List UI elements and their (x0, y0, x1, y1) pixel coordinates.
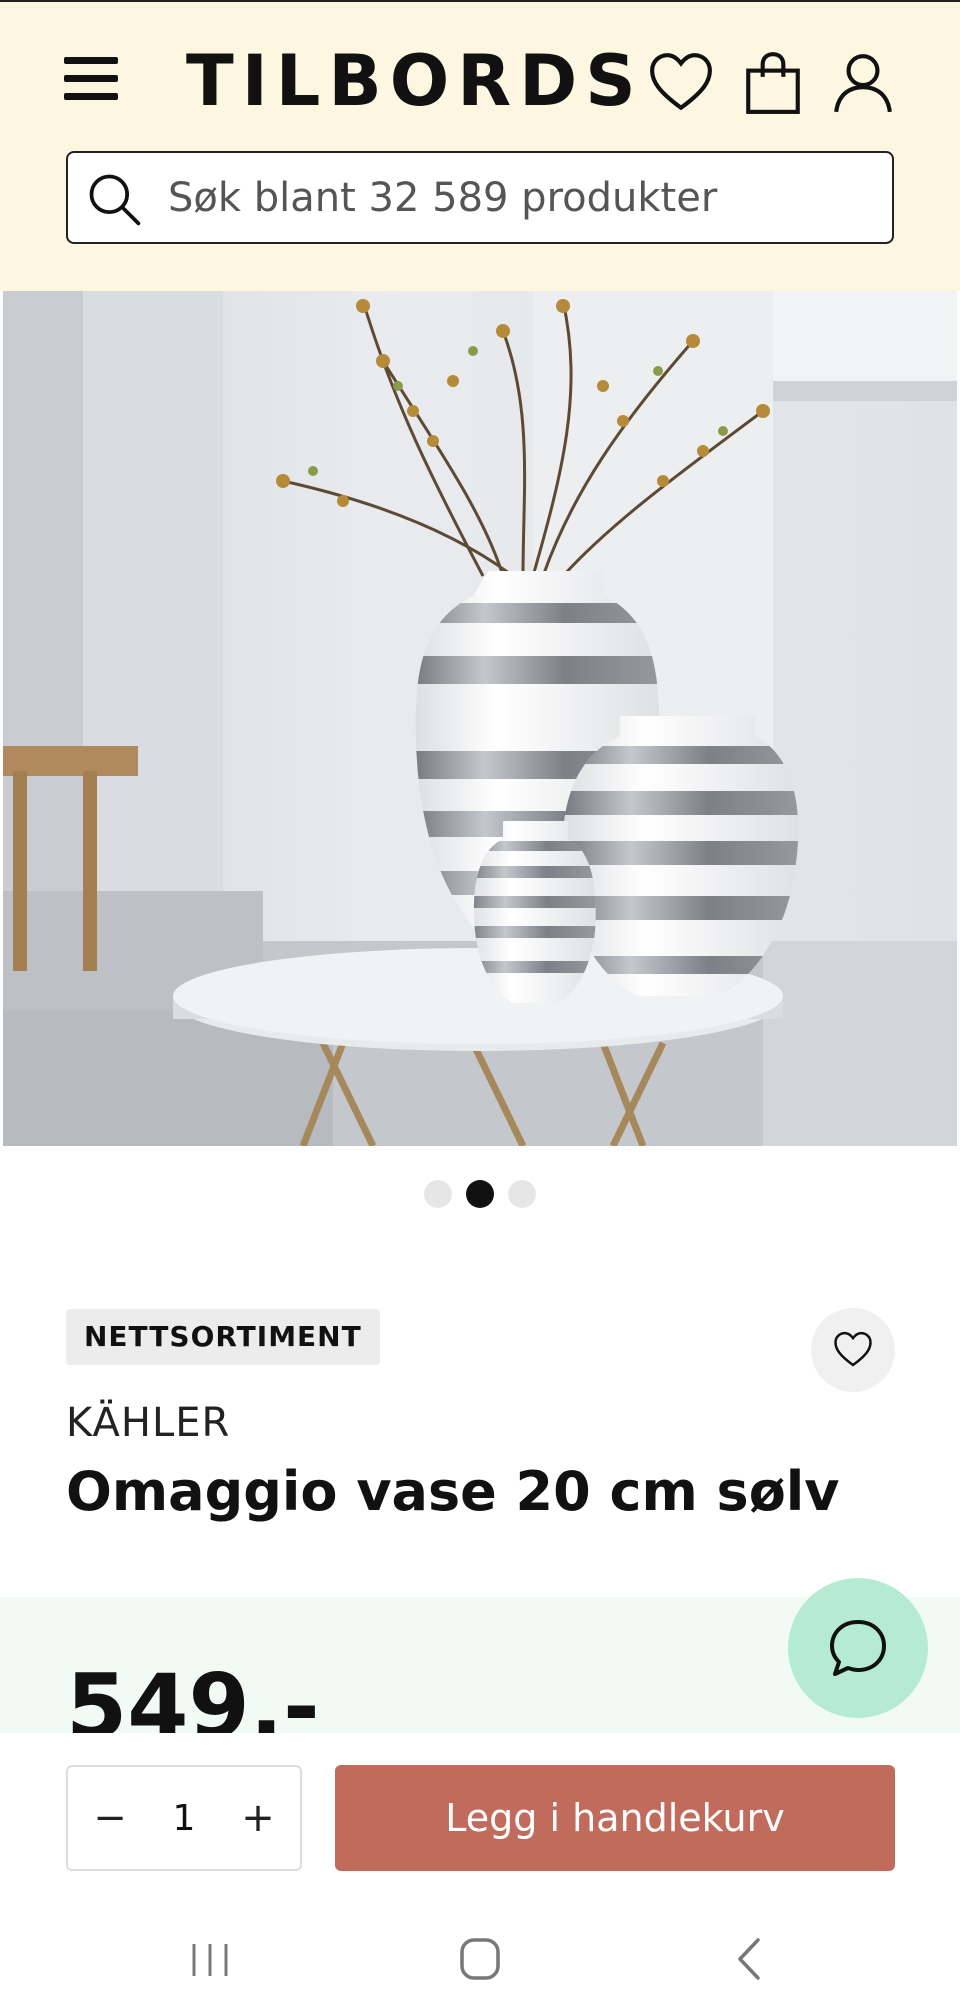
product-price: 549.- (66, 1655, 320, 1734)
menu-icon-bar (64, 57, 118, 64)
chat-button[interactable] (788, 1578, 928, 1718)
vase-photo-illustration (3, 291, 957, 1146)
site-logo[interactable]: TILBORDS (186, 40, 644, 122)
chat-bubble-icon (830, 1620, 886, 1676)
search-icon (89, 174, 141, 226)
system-navigation-bar (0, 1900, 960, 2016)
decrease-quantity-button[interactable]: − (86, 1788, 134, 1848)
online-assortment-badge: NETTSORTIMENT (66, 1309, 380, 1365)
heart-icon (834, 1331, 872, 1367)
recent-apps-icon[interactable] (180, 1934, 240, 1984)
menu-icon-bar (64, 75, 118, 82)
carousel-dot-2-active[interactable] (466, 1180, 494, 1208)
product-brand[interactable]: KÄHLER (66, 1400, 230, 1446)
carousel-dot-1[interactable] (424, 1180, 452, 1208)
site-header: TILBORDS (0, 0, 960, 291)
back-icon[interactable] (720, 1934, 780, 1984)
search-input[interactable] (168, 165, 868, 231)
quantity-value[interactable]: 1 (173, 1798, 196, 1839)
account-user-icon[interactable] (830, 50, 896, 116)
menu-icon-bar (64, 93, 118, 100)
increase-quantity-button[interactable]: + (234, 1788, 282, 1848)
search-bar[interactable] (66, 151, 894, 244)
carousel-indicators (0, 1180, 960, 1210)
wishlist-heart-icon[interactable] (648, 50, 714, 116)
menu-button[interactable] (64, 57, 120, 105)
product-image[interactable] (3, 291, 957, 1146)
add-to-wishlist-button[interactable] (811, 1308, 895, 1392)
add-to-cart-button[interactable]: Legg i handlekurv (335, 1765, 895, 1871)
quantity-stepper: − 1 + (66, 1765, 302, 1871)
carousel-dot-3[interactable] (508, 1180, 536, 1208)
home-icon[interactable] (450, 1934, 510, 1984)
shopping-bag-icon[interactable] (740, 50, 806, 116)
product-title: Omaggio vase 20 cm sølv (66, 1460, 840, 1523)
